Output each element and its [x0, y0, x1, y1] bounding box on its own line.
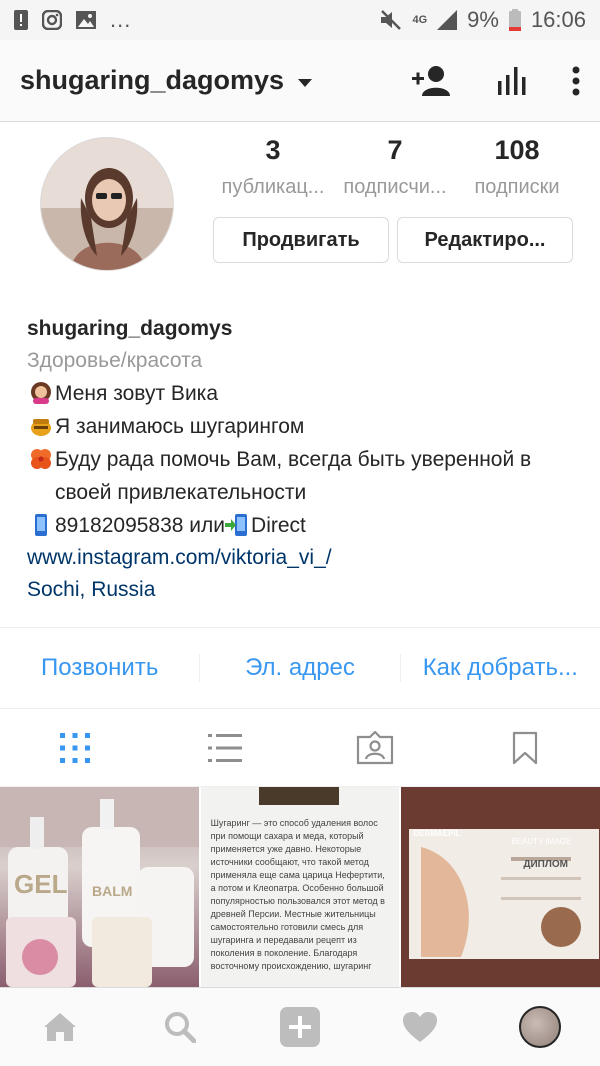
tab-saved[interactable] — [450, 731, 600, 765]
nav-profile[interactable] — [480, 1006, 600, 1048]
profile-header: shugaring_dagomys — [0, 40, 600, 122]
directions-button[interactable]: Как добрать... — [399, 654, 600, 682]
mobile-phone-emoji-icon — [35, 514, 47, 536]
battery-icon — [508, 9, 521, 31]
post-title: ДИПЛОМ — [523, 859, 568, 870]
post-thumbnail[interactable]: GEL BALM — [0, 787, 199, 987]
bio-line: 89182095838 или Direct — [27, 509, 587, 542]
edit-profile-button[interactable]: Редактиро... — [397, 217, 573, 263]
bio-line: Меня зовут Вика — [27, 377, 587, 410]
posts-count: 3 — [265, 135, 281, 165]
bio-line: Я занимаюсь шугарингом — [27, 410, 587, 443]
gallery-icon — [76, 11, 96, 29]
home-icon — [44, 1013, 76, 1041]
mute-icon — [381, 10, 402, 30]
followers-label: подписчи... — [343, 176, 447, 198]
posts-label: публикац... — [221, 176, 325, 198]
nav-home[interactable] — [0, 1012, 120, 1042]
bio-line-text: Буду рада помочь Вам, всегда быть уверен… — [55, 448, 532, 504]
network-type: 4G — [412, 14, 428, 26]
post-image-diploma — [401, 787, 600, 987]
bio-location-link[interactable]: Sochi, Russia — [27, 574, 587, 606]
promote-button[interactable]: Продвигать — [213, 217, 389, 263]
nav-search[interactable] — [120, 1011, 240, 1043]
search-icon — [165, 1012, 196, 1043]
tagged-person-icon — [356, 730, 394, 764]
tab-tagged[interactable] — [300, 730, 450, 765]
hibiscus-emoji-icon — [31, 449, 51, 469]
posts-grid: GEL BALM Шугаринг — это способ удаления … — [0, 787, 600, 987]
bio-line: Буду рада помочь Вам, всегда быть уверен… — [27, 443, 587, 509]
tab-list[interactable] — [150, 733, 300, 762]
bio-line-text: Я занимаюсь шугарингом — [55, 415, 305, 438]
list-icon — [208, 733, 242, 762]
avatar-photo — [41, 138, 173, 270]
instagram-icon — [42, 10, 62, 30]
tab-grid[interactable] — [0, 732, 150, 763]
nav-activity[interactable] — [360, 1011, 480, 1043]
account-switcher[interactable]: shugaring_dagomys — [20, 65, 284, 96]
following-stat[interactable]: 108 подписки — [456, 135, 578, 199]
bio-phone: 89182095838 или — [55, 514, 226, 537]
avatar[interactable] — [40, 137, 174, 271]
posts-stat[interactable]: 3 публикац... — [212, 135, 334, 199]
signal-icon — [437, 10, 458, 30]
add-person-icon[interactable] — [412, 65, 454, 97]
contact-actions: Позвонить Эл. адрес Как добрать... — [0, 627, 600, 709]
profile-bio: shugaring_dagomys Здоровье/красота Меня … — [27, 315, 587, 606]
profile-summary: 3 публикац... 7 подписчи... 108 подписки… — [0, 123, 600, 313]
grid-icon — [60, 732, 90, 763]
bio-name: shugaring_dagomys — [27, 317, 233, 340]
heart-icon — [403, 1012, 437, 1042]
plus-square-icon — [280, 1007, 320, 1047]
post-article-text: Шугаринг — это способ удаления волос при… — [210, 818, 385, 971]
more-notifications: ... — [110, 7, 132, 32]
post-label: GEL — [14, 869, 68, 899]
post-label: BALM — [92, 883, 133, 899]
post-thumbnail[interactable]: Шугаринг — это способ удаления волос при… — [200, 787, 400, 987]
bio-category: Здоровье/красота — [27, 349, 203, 372]
call-button[interactable]: Позвонить — [0, 654, 199, 682]
bio-line-text: Меня зовут Вика — [55, 382, 218, 405]
chevron-down-icon[interactable] — [298, 78, 313, 87]
post-brand: DERMAEPIL — [413, 829, 461, 838]
alert-icon — [14, 10, 28, 30]
battery-percent: 9% — [467, 7, 499, 32]
profile-tabs — [0, 709, 600, 787]
profile-stats: 3 публикац... 7 подписчи... 108 подписки — [212, 135, 578, 199]
phone-arrow-emoji-icon — [225, 514, 248, 536]
post-image-jar — [258, 787, 339, 805]
bottom-navigation — [0, 987, 600, 1066]
post-brand: BEAUTY IMAGE — [511, 837, 572, 846]
status-bar: ... 4G 9% 16:06 — [0, 0, 600, 40]
post-thumbnail[interactable]: DERMAEPIL BEAUTY IMAGE ДИПЛОМ — [401, 787, 600, 987]
followers-count: 7 — [387, 135, 403, 165]
bookmark-icon — [512, 731, 538, 764]
following-label: подписки — [474, 176, 560, 198]
insights-icon[interactable] — [498, 66, 528, 95]
honey-pot-emoji-icon — [31, 419, 51, 436]
following-count: 108 — [494, 135, 540, 165]
clock: 16:06 — [530, 7, 586, 32]
woman-emoji-icon — [31, 382, 51, 404]
email-button[interactable]: Эл. адрес — [199, 654, 399, 682]
followers-stat[interactable]: 7 подписчи... — [334, 135, 456, 199]
options-icon[interactable] — [572, 66, 580, 96]
bio-website-link[interactable]: www.instagram.com/viktoria_vi_/ — [27, 542, 587, 574]
profile-avatar-icon — [519, 1006, 561, 1048]
nav-new-post[interactable] — [240, 1007, 360, 1047]
bio-direct: Direct — [251, 514, 306, 537]
